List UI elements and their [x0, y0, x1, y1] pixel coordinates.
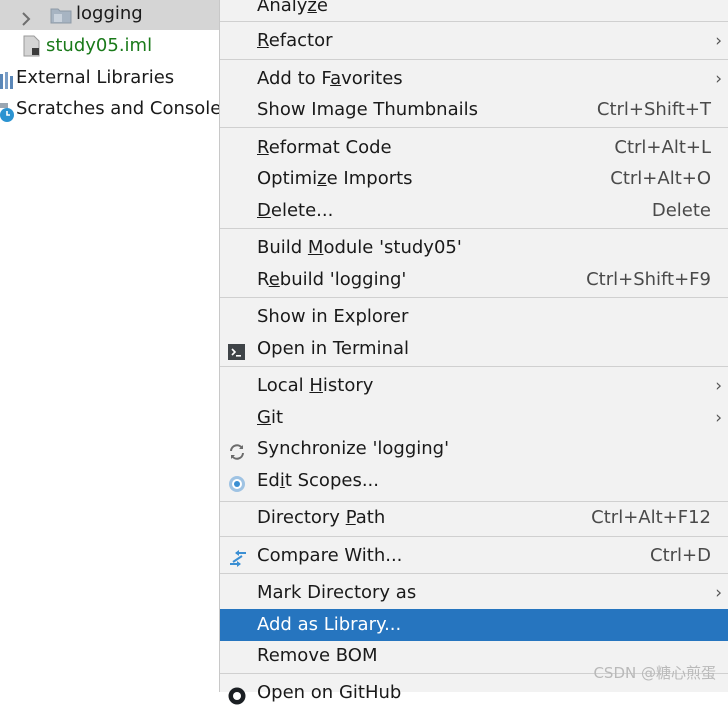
menu-item-shortcut: Ctrl+D	[650, 545, 711, 566]
menu-item-synchronize[interactable]: Synchronize 'logging'	[220, 433, 728, 465]
menu-item-label: Synchronize 'logging'	[257, 438, 450, 459]
menu-item-show-image-thumbnails[interactable]: Show Image Thumbnails Ctrl+Shift+T	[220, 94, 728, 126]
chevron-right-icon: ›	[715, 376, 722, 396]
tree-item-label: logging	[76, 3, 143, 24]
menu-item-local-history[interactable]: Local History ›	[220, 370, 728, 402]
tree-item-label: Scratches and Consoles	[16, 98, 231, 119]
menu-item-compare-with[interactable]: Compare With... Ctrl+D	[220, 540, 728, 572]
scopes-icon	[228, 472, 246, 492]
menu-item-label: Add to Favorites	[257, 68, 403, 89]
menu-item-shortcut: Delete	[651, 200, 711, 221]
menu-item-label: Analyze	[257, 0, 328, 16]
menu-separator	[220, 366, 728, 367]
chevron-right-icon: ›	[715, 583, 722, 603]
menu-item-refactor[interactable]: Refactor ›	[220, 25, 728, 57]
scratches-icon	[0, 102, 16, 133]
menu-item-mark-directory-as[interactable]: Mark Directory as ›	[220, 577, 728, 609]
menu-item-shortcut: Ctrl+Alt+F12	[591, 507, 711, 528]
menu-item-label: Remove BOM	[257, 645, 378, 666]
compare-icon	[228, 547, 246, 567]
menu-item-rebuild[interactable]: Rebuild 'logging' Ctrl+Shift+F9	[220, 264, 728, 296]
menu-item-add-as-library[interactable]: Add as Library...	[220, 609, 728, 641]
menu-separator	[220, 21, 728, 22]
menu-item-label: Local History	[257, 375, 374, 396]
github-icon	[228, 684, 246, 705]
menu-item-build-module[interactable]: Build Module 'study05'	[220, 232, 728, 264]
chevron-right-icon: ›	[715, 69, 722, 89]
menu-item-label: Open in Terminal	[257, 338, 409, 359]
sync-icon	[228, 440, 246, 460]
menu-item-label: Edit Scopes...	[257, 470, 379, 491]
menu-item-show-in-explorer[interactable]: Show in Explorer	[220, 301, 728, 333]
chevron-right-icon[interactable]	[20, 7, 32, 35]
menu-separator	[220, 297, 728, 298]
menu-item-shortcut: Ctrl+Alt+O	[610, 168, 711, 189]
folder-icon	[50, 5, 72, 33]
project-tree: logging study05.iml External Libraries S…	[0, 0, 231, 692]
menu-item-label: Delete...	[257, 200, 334, 221]
menu-item-directory-path[interactable]: Directory Path Ctrl+Alt+F12	[220, 502, 728, 534]
menu-item-label: Mark Directory as	[257, 582, 417, 603]
menu-item-reformat-code[interactable]: Reformat Code Ctrl+Alt+L	[220, 132, 728, 164]
menu-item-label: Compare With...	[257, 545, 403, 566]
menu-item-label: Reformat Code	[257, 137, 392, 158]
chevron-right-icon: ›	[715, 31, 722, 51]
menu-separator	[220, 573, 728, 574]
menu-item-shortcut: Ctrl+Shift+T	[596, 99, 711, 120]
tree-item-logging[interactable]: logging	[0, 0, 219, 30]
menu-item-label: Optimize Imports	[257, 168, 413, 189]
menu-item-label: Build Module 'study05'	[257, 237, 462, 258]
menu-item-delete[interactable]: Delete... Delete	[220, 195, 728, 227]
chevron-right-icon: ›	[715, 408, 722, 428]
library-icon	[0, 69, 14, 100]
menu-item-label: Directory Path	[257, 507, 386, 528]
menu-item-label: Show in Explorer	[257, 306, 409, 327]
menu-item-analyze[interactable]: Analyze	[220, 0, 728, 22]
watermark: CSDN @糖心煎蛋	[593, 664, 716, 682]
menu-item-label: Rebuild 'logging'	[257, 269, 407, 290]
menu-item-shortcut: Ctrl+Alt+L	[614, 137, 711, 158]
terminal-icon	[228, 340, 246, 360]
tree-item-label: External Libraries	[16, 67, 175, 88]
menu-separator	[220, 536, 728, 537]
menu-item-label: Git	[257, 407, 284, 428]
menu-separator	[220, 59, 728, 60]
menu-item-add-to-favorites[interactable]: Add to Favorites ›	[220, 63, 728, 95]
menu-item-git[interactable]: Git ›	[220, 402, 728, 434]
menu-item-label: Refactor	[257, 30, 333, 51]
menu-item-optimize-imports[interactable]: Optimize Imports Ctrl+Alt+O	[220, 163, 728, 195]
menu-item-label: Show Image Thumbnails	[257, 99, 478, 120]
menu-item-shortcut: Ctrl+Shift+F9	[586, 269, 711, 290]
context-menu: Analyze Refactor › Add to Favorites › Sh…	[219, 0, 728, 705]
menu-item-edit-scopes[interactable]: Edit Scopes...	[220, 465, 728, 497]
menu-item-label: Open on GitHub	[257, 682, 402, 703]
menu-item-open-in-terminal[interactable]: Open in Terminal	[220, 333, 728, 365]
menu-separator	[220, 127, 728, 128]
tree-item-label: study05.iml	[46, 35, 153, 56]
menu-item-label: Add as Library...	[257, 614, 402, 635]
menu-separator	[220, 228, 728, 229]
